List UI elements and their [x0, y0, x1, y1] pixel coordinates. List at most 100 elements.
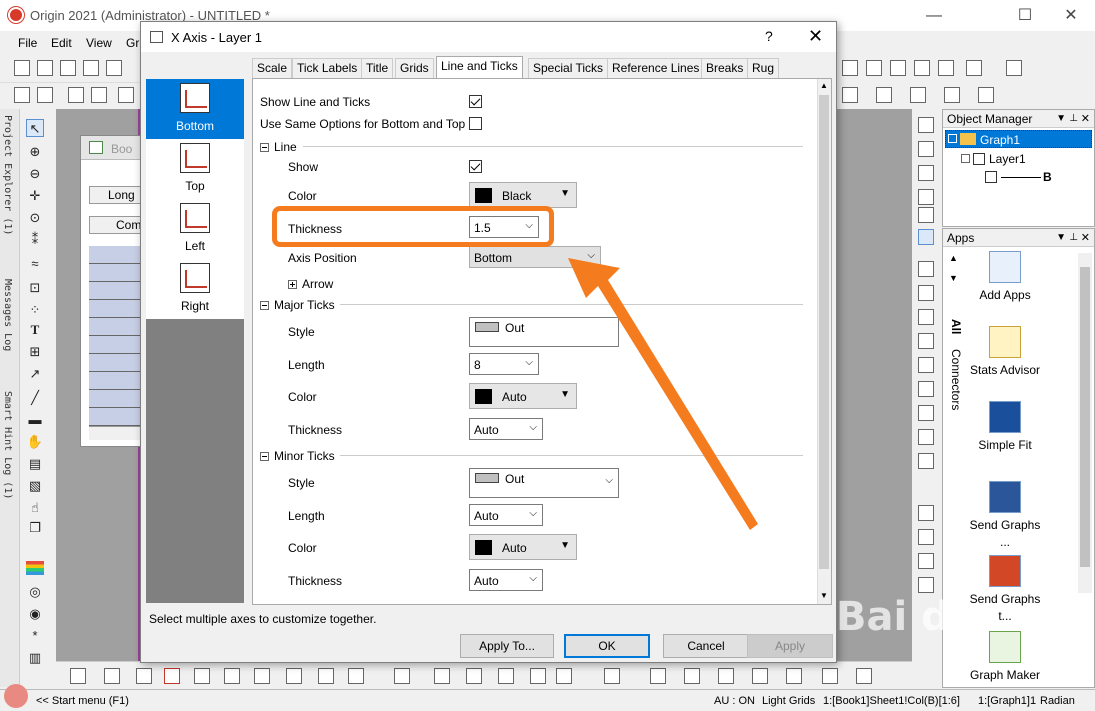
add-layer-icon[interactable]	[918, 333, 934, 349]
speed-mode-icon[interactable]	[918, 229, 934, 245]
panel-close-icon[interactable]: ✕	[1081, 110, 1090, 128]
minor-length-combo[interactable]: Auto ⌵	[469, 504, 543, 526]
scroll-up-icon[interactable]: ▲	[820, 81, 828, 90]
color-palette-icon[interactable]	[26, 561, 44, 575]
mail-icon[interactable]	[856, 668, 872, 684]
tree-item-layer1[interactable]: Layer1	[961, 150, 1091, 168]
hand-tool-icon[interactable]: ☝	[26, 499, 44, 517]
light-grids-status[interactable]: Light Grids	[762, 695, 815, 707]
new-matrix-icon[interactable]	[83, 60, 99, 76]
pattern-icon[interactable]	[876, 87, 892, 103]
collapse-icon[interactable]	[260, 452, 269, 461]
fill-color-icon[interactable]	[842, 87, 858, 103]
apps-scroll-down-icon[interactable]: ▼	[949, 273, 958, 283]
learning-center-icon[interactable]	[718, 668, 734, 684]
tab-title[interactable]: Title	[361, 58, 394, 78]
barcode-tool-icon[interactable]: ▥	[26, 649, 44, 667]
stock-plot-icon[interactable]	[318, 668, 334, 684]
batch-icon[interactable]	[786, 668, 802, 684]
workbook-window[interactable]: Boo Long Com	[80, 135, 143, 447]
line-plot-icon[interactable]	[70, 668, 86, 684]
new-notes-icon[interactable]	[106, 60, 122, 76]
sheet-tabs-bar[interactable]	[89, 426, 143, 440]
asterisk-tool-icon[interactable]: *	[26, 627, 44, 645]
arrow-tool-icon[interactable]: ↗	[26, 365, 44, 383]
merge-graph-icon[interactable]	[918, 285, 934, 301]
tree-collapse-icon[interactable]	[948, 134, 957, 143]
menu-edit[interactable]: Edit	[51, 36, 72, 50]
pan-tool-icon[interactable]: ✋	[26, 433, 44, 451]
image-tool-icon[interactable]: ▧	[26, 477, 44, 495]
apps-tab-all[interactable]: All	[947, 319, 963, 343]
menu-file[interactable]: File	[18, 36, 37, 50]
statistics-plot-icon[interactable]	[466, 668, 482, 684]
line-style-icon[interactable]	[944, 87, 960, 103]
pointer-tool-icon[interactable]: ↖	[26, 119, 44, 137]
new-workbook-icon[interactable]	[37, 60, 53, 76]
tab-grids[interactable]: Grids	[395, 58, 434, 78]
plot-line-icon[interactable]	[842, 60, 858, 76]
contour-icon[interactable]	[434, 668, 450, 684]
panel-menu-icon[interactable]: ▼	[1056, 229, 1066, 247]
app-center-icon[interactable]	[684, 668, 700, 684]
rescale-icon[interactable]	[918, 117, 934, 133]
new-project-icon[interactable]	[14, 60, 30, 76]
minor-thickness-combo[interactable]: Auto ⌵	[469, 569, 543, 591]
axes-icon[interactable]	[918, 189, 934, 205]
major-thickness-combo[interactable]: Auto ⌵	[469, 418, 543, 440]
align-left-icon[interactable]	[918, 381, 934, 397]
help-button[interactable]: ?	[765, 28, 773, 44]
panel-menu-icon[interactable]: ▼	[1056, 110, 1066, 128]
apply-to-button[interactable]: Apply To...	[460, 634, 554, 658]
cancel-button[interactable]: Cancel	[663, 634, 749, 658]
apps-scrollbar-thumb[interactable]	[1080, 267, 1090, 567]
panel-scrollbar-thumb[interactable]	[819, 95, 829, 569]
plot-stack-icon[interactable]	[914, 60, 930, 76]
rescale-x-icon[interactable]	[918, 141, 934, 157]
minimize-button[interactable]: —	[911, 4, 957, 28]
3d-box-icon[interactable]	[348, 668, 364, 684]
collapse-icon[interactable]	[260, 143, 269, 152]
major-length-combo[interactable]: 8 ⌵	[469, 353, 539, 375]
layer-manage-icon[interactable]	[918, 261, 934, 277]
scatter-plot-icon[interactable]	[104, 668, 120, 684]
panel-close-icon[interactable]: ✕	[1081, 229, 1090, 247]
tab-breaks[interactable]: Breaks	[701, 58, 749, 78]
bubble-plot-icon[interactable]	[498, 668, 514, 684]
apps-scrollbar[interactable]	[1078, 253, 1092, 593]
tab-scale[interactable]: Scale	[252, 58, 293, 78]
area-plot-icon[interactable]	[254, 668, 270, 684]
grid-icon[interactable]	[978, 87, 994, 103]
graph-data-icon[interactable]: ▤	[26, 455, 44, 473]
scroll-down-icon[interactable]: ▼	[820, 591, 828, 600]
apps-tab-connectors[interactable]: Connectors	[947, 349, 963, 429]
apply-button[interactable]: Apply	[747, 634, 833, 658]
app-simple-fit[interactable]: Simple Fit	[965, 401, 1045, 454]
plot-bar-icon[interactable]	[890, 60, 906, 76]
arrow-row[interactable]: Arrow	[288, 277, 333, 291]
web-icon[interactable]	[822, 668, 838, 684]
plot-column-icon[interactable]	[866, 60, 882, 76]
expand-icon[interactable]	[288, 280, 297, 289]
line-section-header[interactable]: Line	[260, 140, 297, 154]
app-send-graphs-word[interactable]: Send Graphs ...	[965, 481, 1045, 551]
recalculate-icon[interactable]	[68, 87, 84, 103]
messages-log-tab[interactable]: Messages Log	[2, 279, 13, 351]
screen-reader-icon[interactable]: ⁑	[26, 231, 44, 249]
multi-panel-icon[interactable]	[194, 668, 210, 684]
axis-item-bottom[interactable]: Bottom	[146, 79, 244, 139]
maximize-button[interactable]: ☐	[1002, 4, 1048, 28]
project-explorer-tab[interactable]: Project Explorer (1)	[2, 115, 13, 235]
menu-view[interactable]: View	[86, 36, 112, 50]
layer-visible-checkbox[interactable]	[973, 153, 985, 165]
plot-visible-checkbox[interactable]	[985, 171, 997, 183]
code-builder-icon[interactable]	[752, 668, 768, 684]
specialized-plot-icon[interactable]	[556, 668, 572, 684]
app-stats-advisor[interactable]: Stats Advisor	[965, 326, 1045, 379]
ok-button[interactable]: OK	[564, 634, 650, 658]
zoom-out-icon[interactable]: ⊖	[26, 165, 44, 183]
line-show-checkbox[interactable]	[469, 160, 482, 173]
tab-special-ticks[interactable]: Special Ticks	[528, 58, 609, 78]
import-icon[interactable]	[14, 87, 30, 103]
minor-ticks-section-header[interactable]: Minor Ticks	[260, 449, 335, 463]
